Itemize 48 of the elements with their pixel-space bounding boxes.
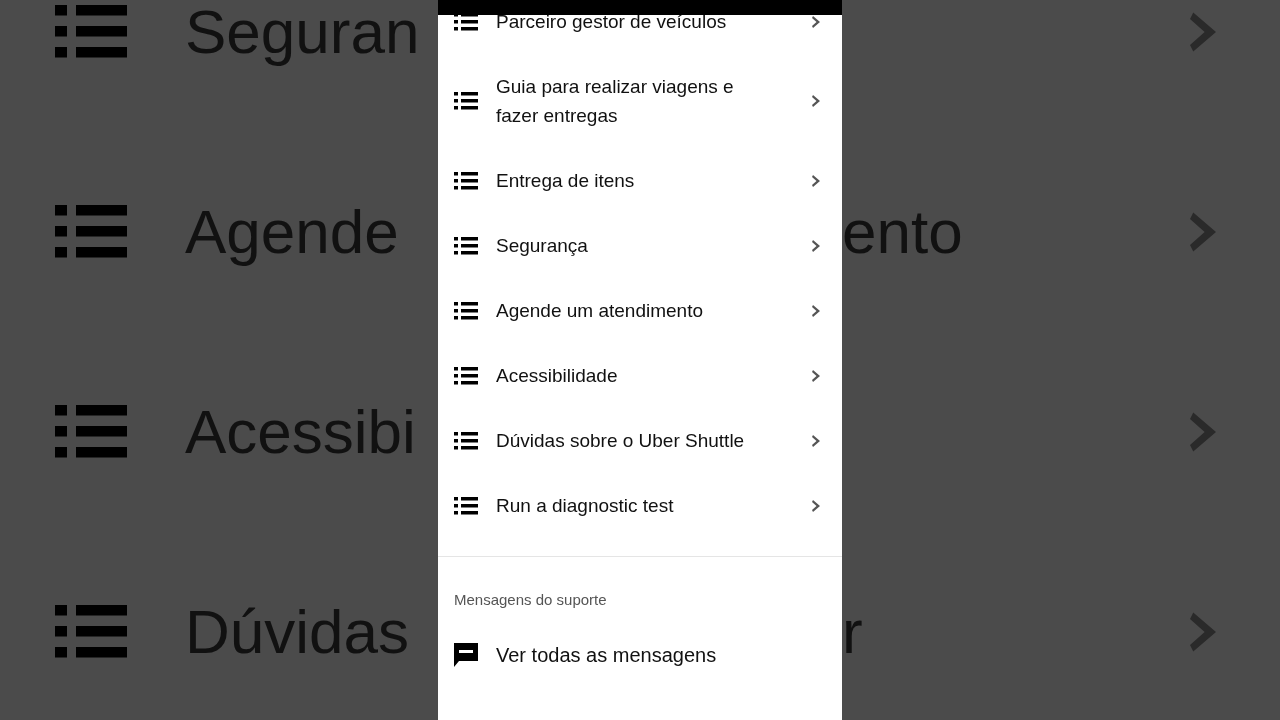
list-icon [454, 236, 478, 255]
help-menu-item[interactable]: Segurança [438, 213, 842, 278]
help-menu-item[interactable]: Entrega de itens [438, 148, 842, 213]
chevron-right-icon [812, 434, 820, 447]
help-menu-item[interactable]: Run a diagnostic test [438, 473, 842, 538]
help-menu-item[interactable]: Parceiro gestor de veículos [438, 0, 842, 54]
list-item-label: r [842, 601, 863, 663]
chevron-right-icon [812, 499, 820, 512]
chevron-right-icon [812, 95, 820, 107]
messages-item[interactable]: Ver todas as mensagens [438, 640, 842, 670]
list-item-label: Acessibi [185, 401, 416, 463]
menu-item-label: Parceiro gestor de veículos [496, 10, 728, 34]
chevron-right-icon [812, 304, 820, 317]
message-icon [454, 643, 478, 667]
menu-item-label: Guia para realizar viagens e fazer entregas [496, 75, 735, 128]
menu-item-label: Agende um atendimento [496, 299, 705, 323]
list-icon [454, 92, 478, 110]
menu-item-label: Acessibilidade [496, 364, 619, 388]
list-icon [55, 205, 127, 259]
menu-item-label: Entrega de itens [496, 169, 636, 193]
help-menu-item[interactable]: Dúvidas sobre o Uber Shuttle [438, 408, 842, 473]
menu-item-label: Run a diagnostic test [496, 494, 675, 518]
list-icon [454, 301, 478, 320]
chevron-right-icon [812, 174, 820, 187]
list-icon [454, 12, 478, 31]
list-icon [454, 171, 478, 190]
list-item-label: ento [842, 201, 963, 263]
menu-item-label: Ver todas as mensagens [496, 642, 717, 668]
help-menu-item[interactable]: Agende um atendimento [438, 278, 842, 343]
chevron-right-icon [812, 239, 820, 252]
list-icon [454, 431, 478, 450]
help-menu-item[interactable]: Guia para realizar viagens e fazer entregas [438, 54, 842, 148]
list-icon [55, 5, 127, 59]
list-icon [454, 366, 478, 385]
list-icon [454, 496, 478, 515]
list-icon [55, 605, 127, 659]
chevron-right-icon [1190, 412, 1216, 452]
help-menu-item[interactable]: Acessibilidade [438, 343, 842, 408]
list-icon [55, 405, 127, 459]
list-item-label: Dúvidas [185, 601, 409, 663]
chevron-right-icon [812, 15, 820, 28]
chevron-right-icon [1190, 12, 1216, 52]
menu-item-label: Dúvidas sobre o Uber Shuttle [496, 429, 746, 453]
chevron-right-icon [1190, 212, 1216, 252]
chevron-right-icon [812, 369, 820, 382]
chevron-right-icon [1190, 612, 1216, 652]
menu-item-label: Segurança [496, 234, 589, 258]
section-heading: Mensagens do suporte [453, 590, 608, 610]
